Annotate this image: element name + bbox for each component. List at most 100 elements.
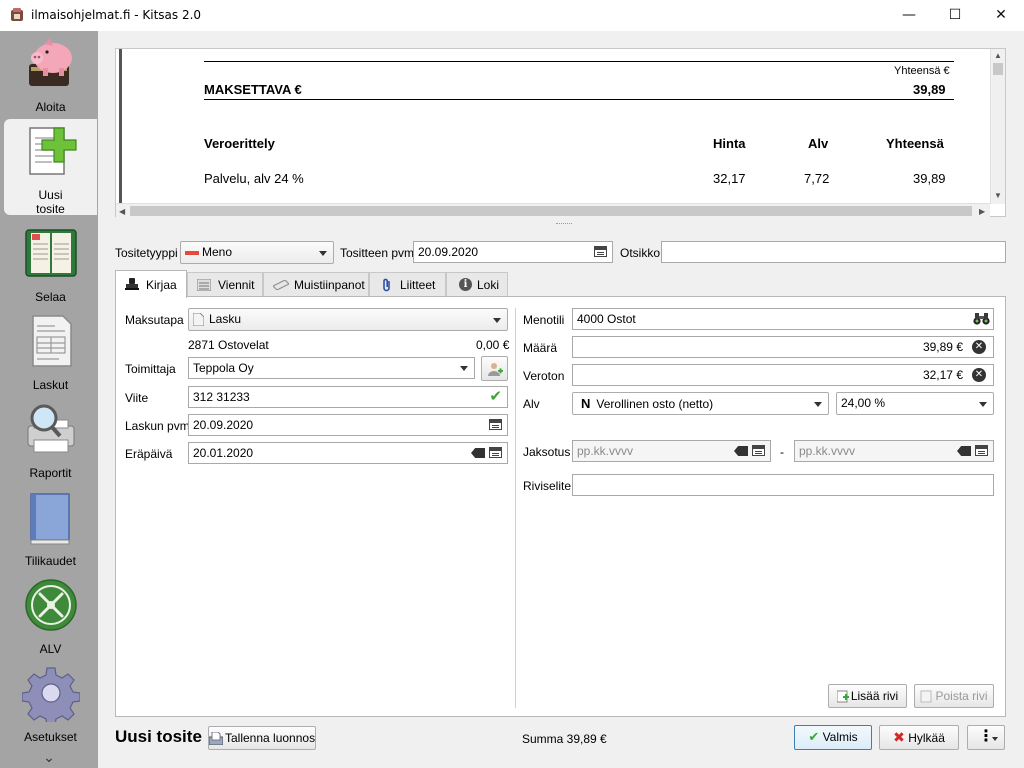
tab-liitteet[interactable]: Liitteet bbox=[369, 272, 446, 296]
sidebar-item-tilikaudet[interactable]: Tilikaudet bbox=[4, 485, 97, 571]
tab-label: Liitteet bbox=[400, 278, 436, 292]
calendar-icon[interactable] bbox=[975, 445, 988, 456]
preview-horizontal-scrollbar[interactable]: ◀ ▶ bbox=[116, 203, 990, 218]
scroll-left-arrow-icon[interactable]: ◀ bbox=[119, 207, 125, 216]
invoice-icon bbox=[31, 315, 72, 367]
reject-icon: ✖ bbox=[893, 729, 905, 745]
clear-net-icon[interactable]: ✕ bbox=[972, 368, 986, 382]
sidebar-item-label: Laskut bbox=[32, 378, 69, 392]
info-icon: i bbox=[459, 278, 472, 291]
page-title: Uusi tosite bbox=[115, 727, 202, 746]
chevron-down-icon bbox=[979, 402, 987, 407]
expense-account-value: 4000 Ostot bbox=[577, 312, 636, 326]
row-note-label: Riviselite bbox=[523, 479, 572, 493]
preview-vertical-scrollbar[interactable]: ▲ ▼ bbox=[990, 49, 1005, 204]
new-document-icon bbox=[28, 127, 77, 175]
clear-field-icon[interactable] bbox=[471, 448, 485, 458]
minimize-button[interactable]: — bbox=[886, 0, 932, 31]
vertical-scroll-thumb[interactable] bbox=[993, 63, 1003, 75]
tab-kirjaa[interactable]: Kirjaa bbox=[115, 270, 187, 298]
preview-top-rule bbox=[204, 61, 954, 62]
clear-field-icon[interactable] bbox=[957, 446, 971, 456]
document-preview: Yhteensä € MAKSETTAVA € 39,89 Veroeritte… bbox=[115, 48, 1006, 218]
chevron-down-icon bbox=[319, 251, 327, 256]
calendar-icon[interactable] bbox=[489, 447, 502, 458]
scroll-down-arrow-icon[interactable]: ▼ bbox=[994, 191, 1002, 200]
chevron-down-icon bbox=[992, 737, 998, 741]
period-label: Jaksotus bbox=[523, 445, 571, 459]
vat-type-value: Verollinen osto (netto) bbox=[596, 397, 714, 411]
chevron-down-icon[interactable] bbox=[460, 366, 468, 371]
clear-amount-icon[interactable]: ✕ bbox=[972, 340, 986, 354]
add-row-button[interactable]: Lisää rivi bbox=[828, 684, 907, 708]
sidebar-item-raportit[interactable]: Raportit bbox=[4, 397, 97, 483]
tab-loki[interactable]: i Loki bbox=[446, 272, 508, 296]
tab-viennit[interactable]: Viennit bbox=[187, 272, 263, 296]
blue-book-icon bbox=[29, 493, 70, 545]
stamp-icon bbox=[125, 278, 139, 290]
sidebar-item-uusi-tosite[interactable]: Uusi tosite bbox=[4, 119, 97, 216]
gear-icon bbox=[21, 667, 80, 722]
maximize-button[interactable]: ☐ bbox=[932, 0, 978, 31]
close-button[interactable]: ✕ bbox=[978, 0, 1024, 31]
invoice-date-field[interactable]: 20.09.2020 bbox=[188, 414, 508, 436]
list-icon bbox=[197, 279, 211, 291]
vat-type-select[interactable]: N Verollinen osto (netto) bbox=[572, 392, 829, 415]
sidebar-item-asetukset[interactable]: Asetukset bbox=[4, 661, 97, 747]
scroll-up-arrow-icon[interactable]: ▲ bbox=[994, 51, 1002, 60]
add-row-label: Lisää rivi bbox=[850, 689, 899, 703]
sidebar-item-aloita[interactable]: Aloita bbox=[4, 31, 97, 117]
title-bar: ilmaisohjelmat.fi - Kitsas 2.0 — ☐ ✕ bbox=[0, 0, 1024, 31]
expense-account-field[interactable]: 4000 Ostot bbox=[572, 308, 994, 330]
save-draft-button[interactable]: Tallenna luonnos bbox=[208, 726, 316, 750]
period-end-field[interactable]: pp.kk.vvvv bbox=[794, 440, 994, 462]
tab-muistiinpanot[interactable]: Muistiinpanot bbox=[263, 272, 369, 296]
document-type-select[interactable]: Meno bbox=[180, 241, 334, 264]
vat-rate-select[interactable]: 24,00 % bbox=[836, 392, 994, 415]
add-row-icon bbox=[836, 690, 849, 703]
chevron-down-icon bbox=[814, 402, 822, 407]
magnifier-printer-icon bbox=[27, 404, 74, 453]
calendar-icon[interactable] bbox=[489, 419, 502, 430]
period-end-placeholder: pp.kk.vvvv bbox=[799, 444, 856, 458]
period-start-field[interactable]: pp.kk.vvvv bbox=[572, 440, 771, 462]
row-note-input[interactable] bbox=[572, 474, 994, 496]
sidebar-more-icon[interactable]: ⌄ bbox=[0, 749, 98, 766]
add-contact-button[interactable] bbox=[481, 356, 508, 381]
clear-field-icon[interactable] bbox=[734, 446, 748, 456]
ok-button[interactable]: ✔ Valmis bbox=[794, 725, 872, 750]
check-icon: ✔ bbox=[489, 388, 502, 405]
preview-row-vat: 7,72 bbox=[804, 171, 830, 186]
supplier-value: Teppola Oy bbox=[193, 361, 254, 375]
preview-col-price: Hinta bbox=[713, 136, 746, 151]
sidebar-item-laskut[interactable]: Laskut bbox=[4, 309, 97, 395]
supplier-field[interactable]: Teppola Oy bbox=[188, 357, 475, 379]
due-date-field[interactable]: 20.01.2020 bbox=[188, 442, 508, 464]
document-date-field[interactable]: 20.09.2020 bbox=[413, 241, 613, 263]
remove-row-button[interactable]: Poista rivi bbox=[914, 684, 994, 708]
horizontal-scroll-thumb[interactable] bbox=[130, 206, 972, 216]
sidebar-item-alv[interactable]: ALV bbox=[4, 573, 97, 659]
preview-col-vat: Alv bbox=[808, 136, 829, 151]
scroll-right-arrow-icon[interactable]: ▶ bbox=[979, 207, 985, 216]
calendar-icon[interactable] bbox=[752, 445, 765, 456]
more-actions-button[interactable]: ⋮ bbox=[967, 725, 1005, 750]
reject-button[interactable]: ✖ Hylkää bbox=[879, 725, 959, 750]
sidebar-item-label: ALV bbox=[39, 642, 62, 656]
due-date-value: 20.01.2020 bbox=[193, 446, 254, 460]
calendar-icon[interactable] bbox=[594, 246, 607, 257]
splitter-handle[interactable] bbox=[556, 223, 572, 225]
net-amount-field[interactable]: 32,17 € ✕ bbox=[572, 364, 994, 386]
invoice-date-value: 20.09.2020 bbox=[193, 418, 254, 432]
invoice-date-label: Laskun pvm bbox=[125, 419, 190, 433]
amount-field[interactable]: 39,89 € ✕ bbox=[572, 336, 994, 358]
binoculars-icon[interactable] bbox=[973, 312, 990, 325]
title-input[interactable] bbox=[661, 241, 1006, 263]
document-icon bbox=[193, 313, 204, 327]
expense-account-label: Menotili bbox=[523, 313, 565, 327]
payment-method-select[interactable]: Lasku bbox=[188, 308, 508, 331]
vat-rate-value: 24,00 % bbox=[841, 396, 886, 410]
save-draft-label: Tallenna luonnos bbox=[225, 731, 316, 745]
reference-field[interactable]: 312 31233 ✔ bbox=[188, 386, 508, 408]
sidebar-item-selaa[interactable]: Selaa bbox=[4, 221, 97, 307]
